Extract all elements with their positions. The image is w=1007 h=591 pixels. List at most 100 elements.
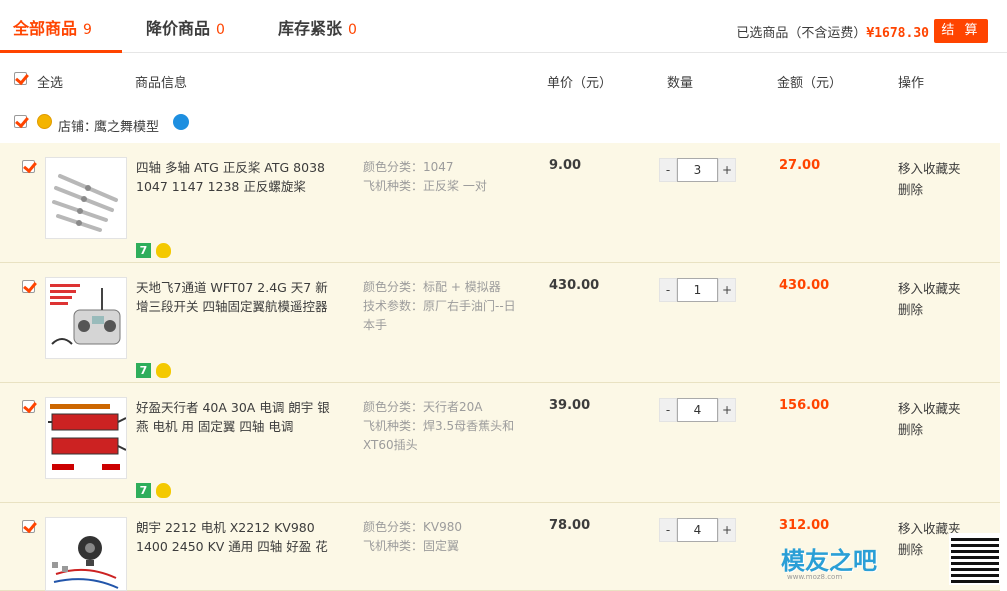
delete-link[interactable]: 删除 [898, 179, 961, 200]
delete-link[interactable]: 删除 [898, 419, 961, 440]
selected-summary: 已选商品（不含运费）¥1678.30 [736, 22, 929, 41]
seven-day-return-icon: 7 [136, 483, 151, 498]
product-props: 颜色分类：标配 + 模拟器 技术参数：原厂右手油门--日本手 [363, 278, 523, 335]
bud-icon [156, 243, 171, 258]
item-checkbox[interactable] [22, 520, 35, 533]
prop-value: 固定翼 [423, 539, 460, 553]
item-checkbox[interactable] [22, 400, 35, 413]
qty-input[interactable]: 4 [677, 518, 718, 542]
delete-link[interactable]: 删除 [898, 299, 961, 320]
product-title-link[interactable]: 朗宇 2212 电机 X2212 KV980 1400 2450 KV 通用 四… [136, 518, 336, 556]
tab-price-drop[interactable]: 降价商品 0 [146, 15, 225, 39]
item-amount: 430.00 [779, 278, 830, 293]
product-title-link[interactable]: 好盈天行者 40A 30A 电调 朗宇 银燕 电机 用 固定翼 四轴 电调 [136, 398, 336, 436]
qty-plus-button[interactable]: + [718, 158, 736, 182]
prop-key: 颜色分类： [363, 160, 424, 174]
move-to-favorites-link[interactable]: 移入收藏夹 [898, 398, 961, 419]
select-all-label[interactable]: 全选 [37, 72, 63, 91]
select-all-checkbox[interactable] [14, 72, 27, 85]
quantity-stepper: - 1 + [659, 278, 736, 302]
quantity-stepper: - 4 + [659, 518, 736, 542]
product-props: 颜色分类：KV980 飞机种类：固定翼 [363, 518, 523, 556]
move-to-favorites-link[interactable]: 移入收藏夹 [898, 158, 961, 179]
header-unit-price: 单价（元） [547, 76, 613, 91]
header-quantity: 数量 [667, 76, 694, 91]
tab-count: 9 [83, 22, 92, 38]
tab-all-items[interactable]: 全部商品 9 [13, 15, 92, 39]
site-watermark: 模友之吧 www.moz8.com [781, 533, 1001, 585]
header-info: 商品信息 [135, 76, 188, 91]
prop-value: 天行者20A [423, 400, 483, 414]
shop-name-link[interactable]: 鹰之舞模型 [94, 116, 159, 135]
qty-input[interactable]: 4 [677, 398, 718, 422]
watermark-text: 模友之吧 [781, 547, 877, 575]
shop-label: 店铺： [58, 120, 98, 135]
unit-price: 430.00 [549, 278, 600, 293]
tab-low-stock[interactable]: 库存紧张 0 [278, 15, 357, 39]
prop-key: 颜色分类： [363, 280, 424, 294]
seven-day-return-icon: 7 [136, 363, 151, 378]
cart-column-header: 全选 商品信息 单价（元） 数量 金额（元） 操作 [0, 62, 1007, 96]
header-ops: 操作 [898, 76, 925, 91]
qty-plus-button[interactable]: + [718, 398, 736, 422]
shop-icon [37, 114, 52, 129]
tab-label: 库存紧张 [278, 19, 343, 38]
qty-input[interactable]: 3 [677, 158, 718, 182]
item-checkbox[interactable] [22, 160, 35, 173]
prop-value: 1047 [423, 160, 454, 174]
tab-count: 0 [216, 22, 225, 38]
item-amount: 312.00 [779, 518, 830, 533]
quantity-stepper: - 3 + [659, 158, 736, 182]
active-tab-underline [0, 50, 122, 53]
product-thumbnail[interactable] [45, 517, 127, 591]
seven-day-return-icon: 7 [136, 243, 151, 258]
qty-minus-button[interactable]: - [659, 278, 677, 302]
item-amount: 156.00 [779, 398, 830, 413]
shop-row: 店铺： 鹰之舞模型 [0, 106, 1007, 138]
prop-key: 飞机种类： [363, 179, 424, 193]
cart-item: 好盈天行者 40A 30A 电调 朗宇 银燕 电机 用 固定翼 四轴 电调 7 … [0, 383, 1000, 503]
unit-price: 78.00 [549, 518, 591, 533]
item-ops: 移入收藏夹 删除 [898, 158, 961, 200]
bud-icon [156, 483, 171, 498]
header-amount: 金额（元） [777, 76, 843, 91]
prop-key: 飞机种类： [363, 539, 424, 553]
product-title-link[interactable]: 天地飞7通道 WFT07 2.4G 天7 新增三段开关 四轴固定翼航模遥控器 [136, 278, 336, 316]
bud-icon [156, 363, 171, 378]
product-thumbnail[interactable] [45, 157, 127, 239]
item-amount: 27.00 [779, 158, 821, 173]
product-thumbnail[interactable] [45, 277, 127, 359]
prop-key: 飞机种类： [363, 419, 424, 433]
tab-label: 全部商品 [13, 19, 78, 38]
qty-minus-button[interactable]: - [659, 398, 677, 422]
prop-value: KV980 [423, 520, 462, 534]
prop-value: 标配 + 模拟器 [423, 280, 501, 294]
qty-input[interactable]: 1 [677, 278, 718, 302]
cart-tabs: 全部商品 9 降价商品 0 库存紧张 0 已选商品（不含运费）¥1678.30 结 算 [0, 0, 1007, 53]
qty-minus-button[interactable]: - [659, 158, 677, 182]
unit-price: 9.00 [549, 158, 582, 173]
summary-price: ¥1678.30 [866, 26, 929, 41]
watermark-url: www.moz8.com [787, 573, 843, 581]
qty-plus-button[interactable]: + [718, 518, 736, 542]
chat-icon[interactable] [173, 114, 189, 130]
qty-minus-button[interactable]: - [659, 518, 677, 542]
product-title-link[interactable]: 四轴 多轴 ATG 正反桨 ATG 8038 1047 1147 1238 正反… [136, 158, 336, 196]
item-ops: 移入收藏夹 删除 [898, 278, 961, 320]
summary-label: 已选商品（不含运费） [736, 26, 867, 41]
unit-price: 39.00 [549, 398, 591, 413]
qty-plus-button[interactable]: + [718, 278, 736, 302]
prop-key: 颜色分类： [363, 400, 424, 414]
checkout-button[interactable]: 结 算 [934, 19, 988, 43]
item-checkbox[interactable] [22, 280, 35, 293]
move-to-favorites-link[interactable]: 移入收藏夹 [898, 278, 961, 299]
product-props: 颜色分类：天行者20A 飞机种类：焊3.5母香蕉头和XT60插头 [363, 398, 523, 455]
tab-label: 降价商品 [146, 19, 211, 38]
quantity-stepper: - 4 + [659, 398, 736, 422]
shop-checkbox[interactable] [14, 115, 27, 128]
product-thumbnail[interactable] [45, 397, 127, 479]
cart-item: 四轴 多轴 ATG 正反桨 ATG 8038 1047 1147 1238 正反… [0, 143, 1000, 263]
prop-value: 正反桨 一对 [423, 179, 487, 193]
tab-count: 0 [348, 22, 357, 38]
cart-item: 天地飞7通道 WFT07 2.4G 天7 新增三段开关 四轴固定翼航模遥控器 7… [0, 263, 1000, 383]
